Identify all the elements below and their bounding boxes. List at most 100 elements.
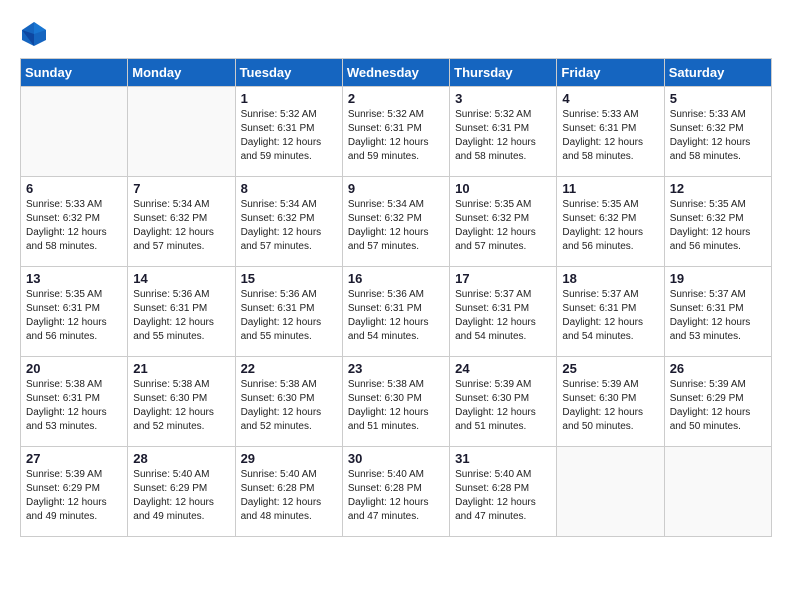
sunset-text: Sunset: 6:32 PM bbox=[670, 123, 744, 134]
cell-info: Sunrise: 5:38 AMSunset: 6:31 PMDaylight:… bbox=[26, 378, 122, 434]
sunrise-text: Sunrise: 5:34 AM bbox=[133, 199, 209, 210]
sunset-text: Sunset: 6:31 PM bbox=[241, 303, 315, 314]
sunrise-text: Sunrise: 5:38 AM bbox=[133, 379, 209, 390]
calendar-cell: 20Sunrise: 5:38 AMSunset: 6:31 PMDayligh… bbox=[21, 357, 128, 447]
daylight-text: Daylight: 12 hours and 53 minutes. bbox=[26, 407, 107, 432]
day-number: 26 bbox=[670, 361, 766, 376]
calendar-cell: 15Sunrise: 5:36 AMSunset: 6:31 PMDayligh… bbox=[235, 267, 342, 357]
cell-info: Sunrise: 5:37 AM Sunset: 6:31 PM Daylight:… bbox=[455, 288, 551, 344]
sunset-text: Sunset: 6:30 PM bbox=[241, 393, 315, 404]
cell-info: Sunrise: 5:32 AMSunset: 6:31 PMDaylight:… bbox=[455, 108, 551, 164]
daylight-text: Daylight: 12 hours and 54 minutes. bbox=[562, 317, 643, 342]
daylight-text: Daylight: 12 hours and 56 minutes. bbox=[670, 227, 751, 252]
calendar-cell: 17Sunrise: 5:37 AMSunset: 6:31 PMDayligh… bbox=[450, 267, 557, 357]
cell-info: Sunrise: 5:35 AMSunset: 6:31 PMDaylight:… bbox=[26, 288, 122, 344]
cell-info: Sunrise: 5:34 AM Sunset: 6:32 PM Daylight:… bbox=[133, 198, 229, 254]
sunset-text: Sunset: 6:31 PM bbox=[562, 303, 636, 314]
weekday-header-monday: Monday bbox=[128, 59, 235, 87]
sunrise-text: Sunrise: 5:32 AM bbox=[348, 109, 424, 120]
weekday-header-wednesday: Wednesday bbox=[342, 59, 449, 87]
sunset-text: Sunset: 6:32 PM bbox=[348, 213, 422, 224]
calendar-cell: 14Sunrise: 5:36 AMSunset: 6:31 PMDayligh… bbox=[128, 267, 235, 357]
calendar-table: SundayMondayTuesdayWednesdayThursdayFrid… bbox=[20, 58, 772, 537]
daylight-text: Daylight: 12 hours and 47 minutes. bbox=[348, 497, 429, 522]
day-number: 3 bbox=[455, 91, 551, 106]
daylight-text: Daylight: 12 hours and 54 minutes. bbox=[455, 317, 536, 342]
sunset-text: Sunset: 6:31 PM bbox=[455, 123, 529, 134]
logo bbox=[20, 20, 52, 48]
calendar-cell: 24Sunrise: 5:39 AMSunset: 6:30 PMDayligh… bbox=[450, 357, 557, 447]
sunset-text: Sunset: 6:29 PM bbox=[133, 483, 207, 494]
sunrise-text: Sunrise: 5:36 AM bbox=[348, 289, 424, 300]
day-number: 31 bbox=[455, 451, 551, 466]
daylight-text: Daylight: 12 hours and 56 minutes. bbox=[562, 227, 643, 252]
cell-info: Sunrise: 5:33 AMSunset: 6:31 PMDaylight:… bbox=[562, 108, 658, 164]
calendar-cell: 27Sunrise: 5:39 AMSunset: 6:29 PMDayligh… bbox=[21, 447, 128, 537]
weekday-header-sunday: Sunday bbox=[21, 59, 128, 87]
daylight-text: Daylight: 12 hours and 57 minutes. bbox=[241, 227, 322, 252]
cell-info: Sunrise: 5:38 AMSunset: 6:30 PMDaylight:… bbox=[133, 378, 229, 434]
calendar-cell: 19Sunrise: 5:37 AMSunset: 6:31 PMDayligh… bbox=[664, 267, 771, 357]
sunset-text: Sunset: 6:30 PM bbox=[562, 393, 636, 404]
sunset-text: Sunset: 6:31 PM bbox=[562, 123, 636, 134]
sunrise-text: Sunrise: 5:33 AM bbox=[562, 109, 638, 120]
day-number: 28 bbox=[133, 451, 229, 466]
day-number: 25 bbox=[562, 361, 658, 376]
cell-info: Sunrise: 5:38 AMSunset: 6:30 PMDaylight:… bbox=[348, 378, 444, 434]
day-number: 5 bbox=[670, 91, 766, 106]
calendar-cell: 23Sunrise: 5:38 AMSunset: 6:30 PMDayligh… bbox=[342, 357, 449, 447]
sunrise-text: Sunrise: 5:37 AM bbox=[455, 289, 531, 300]
cell-info: Sunrise: 5:39 AMSunset: 6:29 PMDaylight:… bbox=[26, 468, 122, 524]
sunset-text: Sunset: 6:30 PM bbox=[348, 393, 422, 404]
cell-info: Sunrise: 5:40 AMSunset: 6:28 PMDaylight:… bbox=[348, 468, 444, 524]
cell-info: Sunrise: 5:36 AMSunset: 6:31 PMDaylight:… bbox=[133, 288, 229, 344]
day-number: 22 bbox=[241, 361, 337, 376]
cell-info: Sunrise: 5:32 AMSunset: 6:31 PMDaylight:… bbox=[348, 108, 444, 164]
calendar-cell bbox=[21, 87, 128, 177]
daylight-text: Daylight: 12 hours and 48 minutes. bbox=[241, 497, 322, 522]
cell-info: Sunrise: 5:34 AM Sunset: 6:32 PM Daylight:… bbox=[348, 198, 444, 254]
sunrise-text: Sunrise: 5:35 AM bbox=[26, 289, 102, 300]
sunrise-text: Sunrise: 5:40 AM bbox=[241, 469, 317, 480]
cell-info: Sunrise: 5:39 AMSunset: 6:30 PMDaylight:… bbox=[455, 378, 551, 434]
calendar-cell bbox=[557, 447, 664, 537]
calendar-cell: 16Sunrise: 5:36 AMSunset: 6:31 PMDayligh… bbox=[342, 267, 449, 357]
cell-info: Sunrise: 5:35 AMSunset: 6:32 PMDaylight:… bbox=[455, 198, 551, 254]
daylight-text: Daylight: 12 hours and 51 minutes. bbox=[348, 407, 429, 432]
calendar-cell: 30Sunrise: 5:40 AMSunset: 6:28 PMDayligh… bbox=[342, 447, 449, 537]
sunset-text: Sunset: 6:29 PM bbox=[670, 393, 744, 404]
sunrise-text: Sunrise: 5:34 AM bbox=[348, 199, 424, 210]
sunrise-text: Sunrise: 5:35 AM bbox=[455, 199, 531, 210]
calendar-cell: 29Sunrise: 5:40 AMSunset: 6:28 PMDayligh… bbox=[235, 447, 342, 537]
day-number: 19 bbox=[670, 271, 766, 286]
page-header bbox=[20, 20, 772, 48]
cell-info: Sunrise: 5:35 AMSunset: 6:32 PMDaylight:… bbox=[562, 198, 658, 254]
sunrise-text: Sunrise: 5:40 AM bbox=[455, 469, 531, 480]
day-number: 10 bbox=[455, 181, 551, 196]
sunrise-text: Sunrise: 5:36 AM bbox=[133, 289, 209, 300]
sunrise-text: Sunrise: 5:34 AM bbox=[241, 199, 317, 210]
daylight-text: Daylight: 12 hours and 58 minutes. bbox=[26, 227, 107, 252]
sunset-text: Sunset: 6:32 PM bbox=[133, 213, 207, 224]
sunset-text: Sunset: 6:32 PM bbox=[455, 213, 529, 224]
daylight-text: Daylight: 12 hours and 54 minutes. bbox=[348, 317, 429, 342]
daylight-text: Daylight: 12 hours and 50 minutes. bbox=[562, 407, 643, 432]
calendar-cell: 13Sunrise: 5:35 AMSunset: 6:31 PMDayligh… bbox=[21, 267, 128, 357]
calendar-cell: 26Sunrise: 5:39 AMSunset: 6:29 PMDayligh… bbox=[664, 357, 771, 447]
sunrise-text: Sunrise: 5:33 AM bbox=[670, 109, 746, 120]
cell-info: Sunrise: 5:32 AMSunset: 6:31 PMDaylight:… bbox=[241, 108, 337, 164]
sunrise-text: Sunrise: 5:39 AM bbox=[562, 379, 638, 390]
daylight-text: Daylight: 12 hours and 57 minutes. bbox=[348, 227, 429, 252]
sunset-text: Sunset: 6:31 PM bbox=[348, 123, 422, 134]
cell-info: Sunrise: 5:36 AMSunset: 6:31 PMDaylight:… bbox=[348, 288, 444, 344]
weekday-header-saturday: Saturday bbox=[664, 59, 771, 87]
sunrise-text: Sunrise: 5:40 AM bbox=[133, 469, 209, 480]
weekday-header-thursday: Thursday bbox=[450, 59, 557, 87]
sunrise-text: Sunrise: 5:37 AM bbox=[562, 289, 638, 300]
daylight-text: Daylight: 12 hours and 50 minutes. bbox=[670, 407, 751, 432]
sunset-text: Sunset: 6:31 PM bbox=[26, 303, 100, 314]
daylight-text: Daylight: 12 hours and 55 minutes. bbox=[133, 317, 214, 342]
sunset-text: Sunset: 6:31 PM bbox=[455, 303, 529, 314]
daylight-text: Daylight: 12 hours and 57 minutes. bbox=[133, 227, 214, 252]
calendar-cell bbox=[128, 87, 235, 177]
